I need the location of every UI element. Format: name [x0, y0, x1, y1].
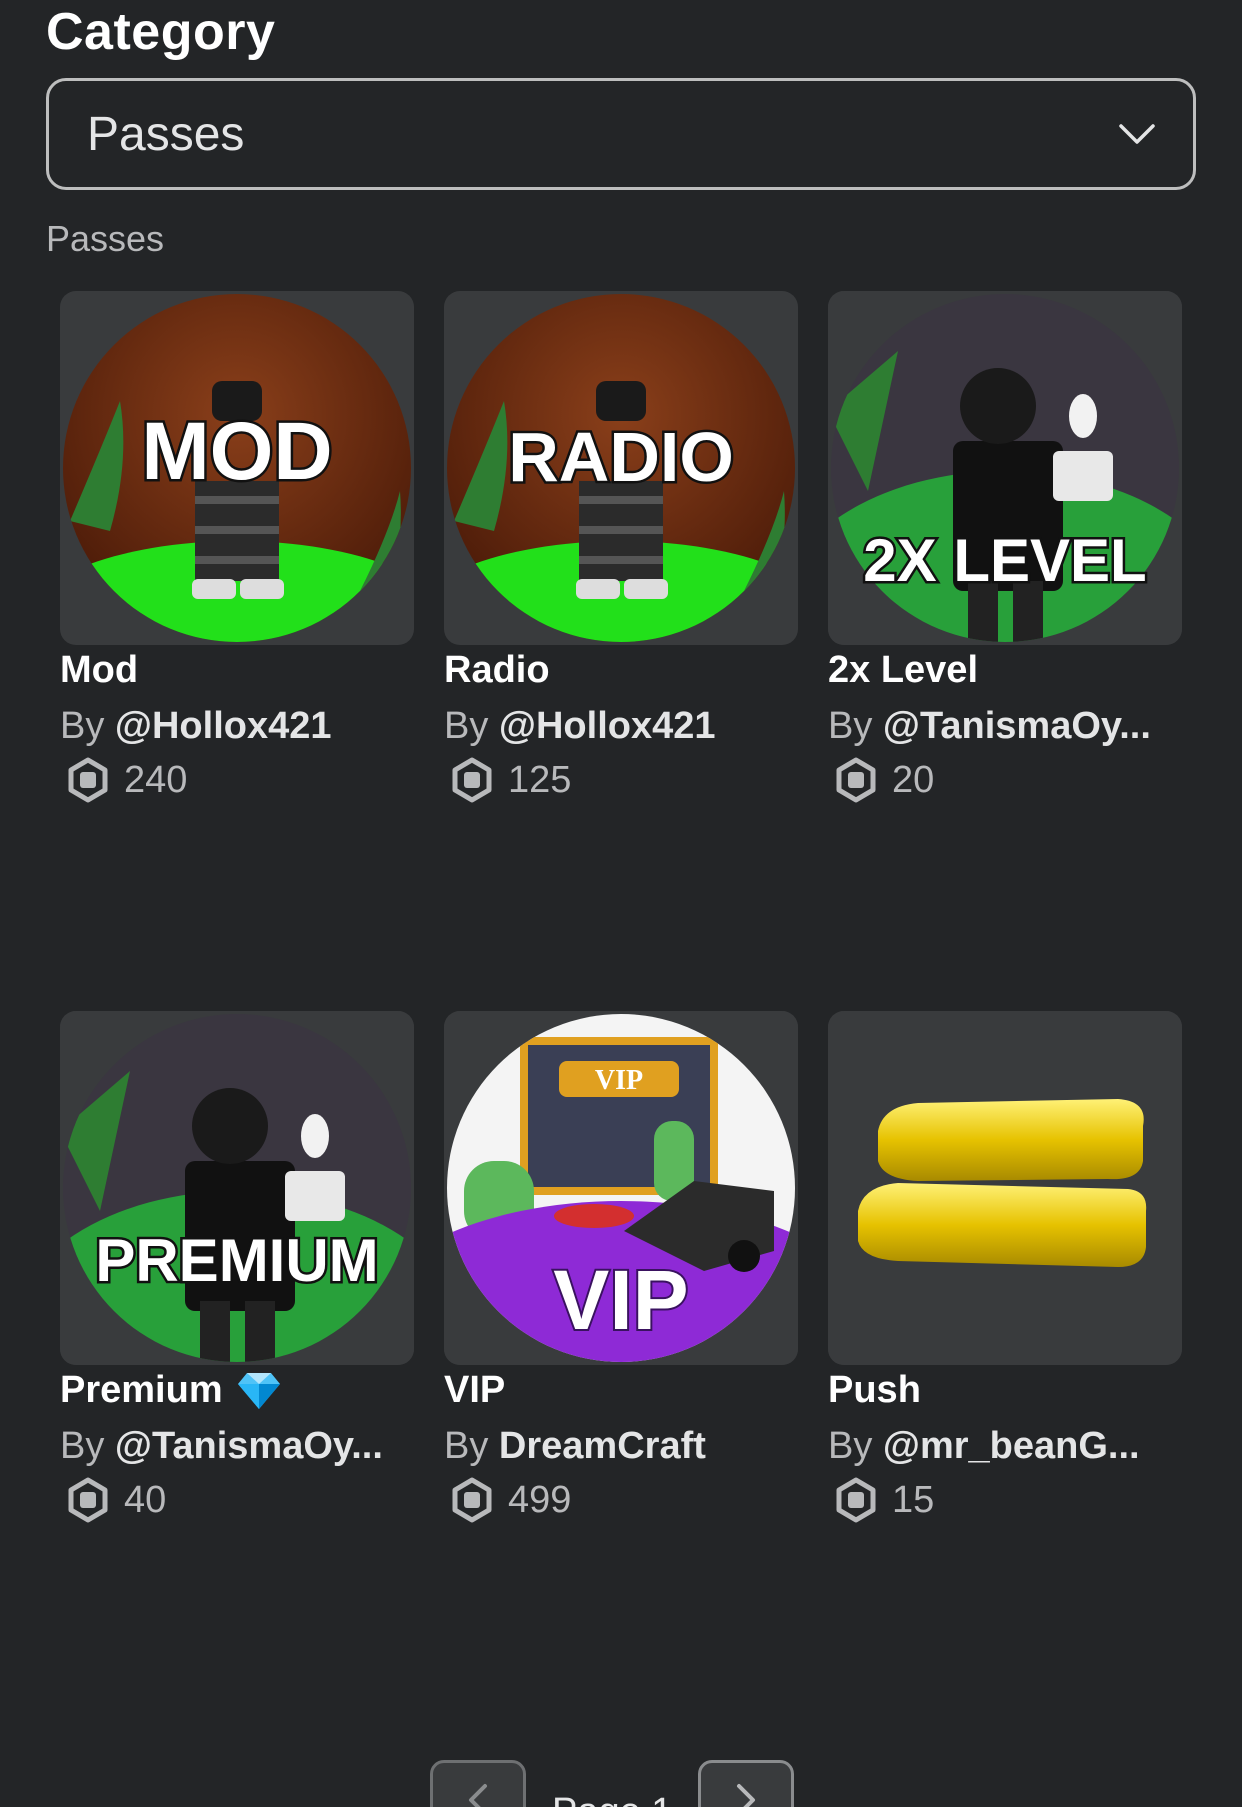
- price: 15: [834, 1477, 934, 1523]
- item-name[interactable]: Premium: [60, 1369, 281, 1412]
- price-value: 240: [124, 758, 188, 801]
- creator-link[interactable]: @mr_beanG...: [883, 1425, 1140, 1467]
- pass-card-mod[interactable]: MOD Mod By @Hollox421 240: [60, 291, 414, 1011]
- passes-grid: MOD Mod By @Hollox421 240 RADIO Radio By…: [60, 291, 1182, 1731]
- creator-byline: By @Hollox421: [444, 705, 798, 748]
- vip-pass-thumbnail[interactable]: VIP VIP: [444, 1011, 798, 1365]
- vip-sign-text: VIP: [595, 1065, 643, 1096]
- radio-thumbnail-text: RADIO: [508, 418, 734, 496]
- page-indicator: Page 1: [552, 1767, 672, 1807]
- creator-byline: By @Hollox421: [60, 705, 414, 748]
- chevron-left-icon: [469, 1784, 487, 1807]
- item-name[interactable]: 2x Level: [828, 649, 978, 692]
- price-value: 20: [892, 758, 935, 801]
- gem-icon: [237, 1372, 280, 1409]
- radio-pass-thumbnail[interactable]: RADIO: [444, 291, 798, 645]
- level-thumbnail-text: 2X LEVEL: [863, 527, 1146, 594]
- item-name[interactable]: Mod: [60, 649, 138, 692]
- premium-pass-thumbnail[interactable]: PREMIUM: [60, 1011, 414, 1365]
- creator-byline: By @TanismaOy...: [828, 705, 1182, 748]
- robux-icon: [836, 1477, 876, 1523]
- item-name[interactable]: Radio: [444, 649, 550, 692]
- price: 499: [450, 1477, 571, 1523]
- by-prefix: By: [444, 1425, 489, 1467]
- price: 20: [834, 757, 934, 803]
- premium-thumbnail-text: PREMIUM: [95, 1227, 378, 1294]
- creator-link[interactable]: @TanismaOy...: [115, 1425, 383, 1467]
- robux-icon: [452, 1477, 492, 1523]
- next-page-button[interactable]: [698, 1760, 795, 1807]
- previous-page-button[interactable]: [430, 1760, 526, 1807]
- vip-thumbnail-text: VIP: [553, 1253, 688, 1347]
- level-pass-thumbnail[interactable]: 2X LEVEL: [828, 291, 1182, 645]
- by-prefix: By: [60, 1425, 105, 1467]
- item-name-label: VIP: [444, 1369, 506, 1411]
- by-prefix: By: [444, 705, 489, 747]
- pass-card-radio[interactable]: RADIO Radio By @Hollox421 125: [444, 291, 798, 1011]
- category-dropdown[interactable]: Passes: [46, 78, 1196, 190]
- creator-link[interactable]: @Hollox421: [499, 705, 716, 747]
- item-name[interactable]: Push: [828, 1369, 921, 1412]
- by-prefix: By: [60, 705, 105, 747]
- by-prefix: By: [828, 705, 873, 747]
- mod-pass-thumbnail[interactable]: MOD: [60, 291, 414, 645]
- pagination: Page 1: [430, 1760, 795, 1807]
- item-name[interactable]: VIP: [444, 1369, 505, 1412]
- section-label: Passes: [46, 218, 165, 259]
- pass-card-2x-level[interactable]: 2X LEVEL 2x Level By @TanismaOy... 20: [828, 291, 1182, 1011]
- price: 125: [450, 757, 571, 803]
- chevron-right-icon: [737, 1784, 756, 1807]
- price-value: 15: [892, 1478, 935, 1521]
- price: 240: [66, 757, 187, 803]
- robux-icon: [68, 757, 108, 803]
- creator-link[interactable]: @TanismaOy...: [883, 705, 1151, 747]
- pass-card-premium[interactable]: PREMIUM Premium By @TanismaOy... 40: [60, 1011, 414, 1731]
- robux-icon: [836, 757, 876, 803]
- item-name-label: Premium: [60, 1369, 223, 1411]
- robux-icon: [68, 1477, 108, 1523]
- pass-card-push[interactable]: Push By @mr_beanG... 15: [828, 1011, 1182, 1731]
- creator-link[interactable]: DreamCraft: [499, 1425, 706, 1467]
- item-name-label: Radio: [444, 649, 550, 691]
- mod-thumbnail-text: MOD: [141, 406, 332, 497]
- creator-link[interactable]: @Hollox421: [115, 705, 332, 747]
- price: 40: [66, 1477, 166, 1523]
- by-prefix: By: [828, 1425, 873, 1467]
- creator-byline: By DreamCraft: [444, 1425, 798, 1468]
- item-name-label: Mod: [60, 649, 139, 691]
- creator-byline: By @mr_beanG...: [828, 1425, 1182, 1468]
- category-title: Category: [46, 3, 276, 61]
- price-value: 499: [508, 1478, 572, 1521]
- price-value: 40: [124, 1478, 167, 1521]
- item-name-label: 2x Level: [828, 649, 978, 691]
- pass-card-vip[interactable]: VIP VIP VIP By DreamCraft 499: [444, 1011, 798, 1731]
- price-value: 125: [508, 758, 572, 801]
- push-pass-thumbnail[interactable]: [828, 1011, 1182, 1365]
- category-dropdown-value: Passes: [87, 107, 245, 161]
- robux-icon: [452, 757, 492, 803]
- item-name-label: Push: [828, 1369, 921, 1411]
- chevron-down-icon: [1119, 124, 1155, 144]
- creator-byline: By @TanismaOy...: [60, 1425, 414, 1468]
